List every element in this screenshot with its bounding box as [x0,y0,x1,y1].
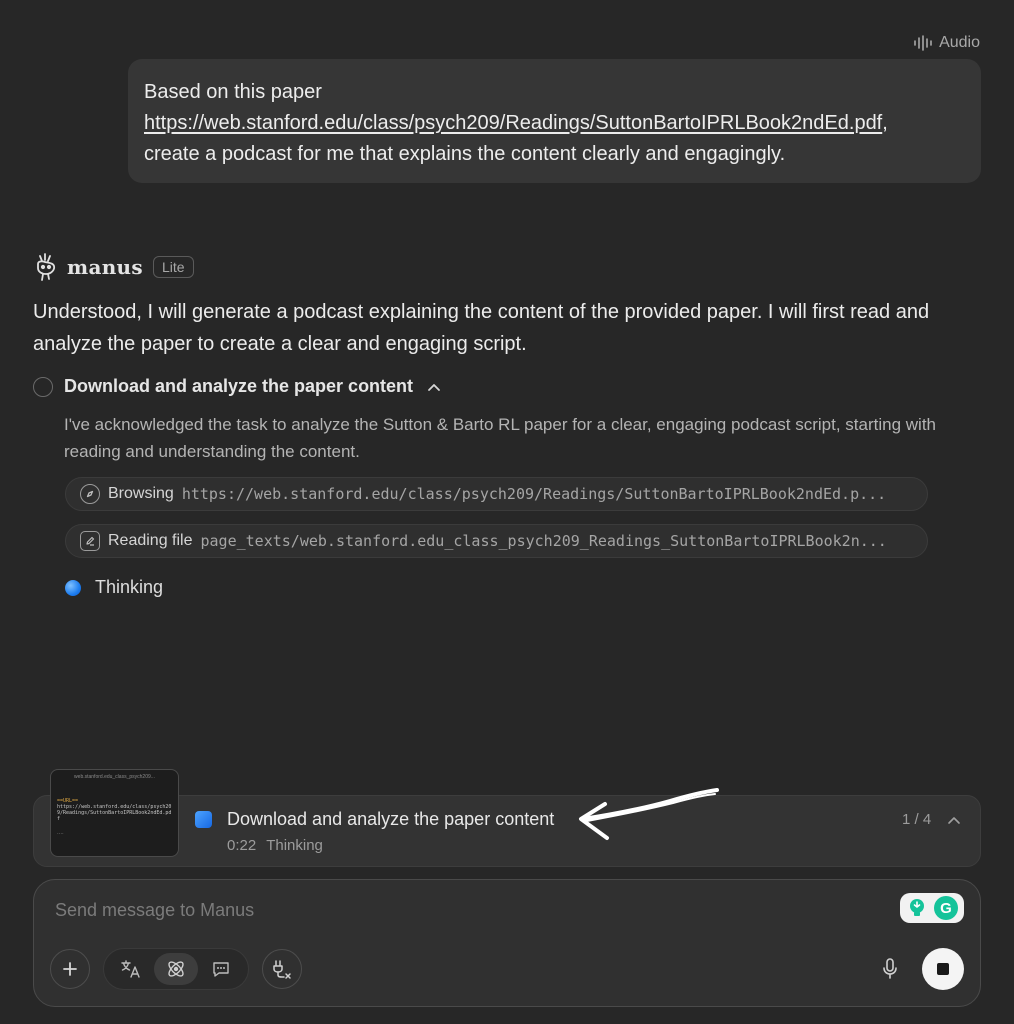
tool-pill-reading-file[interactable]: Reading file page_texts/web.stanford.edu… [65,524,928,558]
browser-preview-thumbnail[interactable]: web.stanford.edu_class_psych209... ==URL… [50,769,179,857]
microphone-icon [883,958,897,979]
progress-status: Thinking [266,837,323,854]
elapsed-time: 0:22 [227,837,257,854]
progress-title: Download and analyze the paper content [227,809,555,829]
mode-selector [103,948,249,990]
step-title: Download and analyze the paper content [64,376,414,396]
translate-icon [120,960,140,978]
grammarly-widget[interactable]: G [900,893,964,923]
microphone-button[interactable] [880,957,900,986]
progress-subline: 0:22 Thinking [227,837,323,854]
thumbnail-title: web.stanford.edu_class_psych209... [74,774,155,780]
lite-badge: Lite [152,256,194,278]
thinking-dot-icon [65,579,81,596]
thumbnail-body: https://web.stanford.edu/class/psych209/… [57,804,172,822]
assistant-name: manus [67,255,143,279]
annotation-arrow-icon [579,788,719,840]
compass-icon [80,484,100,504]
tool-detail: page_texts/web.stanford.edu_class_psych2… [200,532,887,550]
step-description: I've acknowledged the task to analyze th… [64,415,937,461]
plug-icon [273,960,291,979]
user-message-line1: Based on this paper [144,81,322,103]
chat-bubble-icon [213,962,230,977]
step-count: 1 / 4 [902,811,932,828]
chevron-up-icon[interactable] [427,382,441,392]
audio-label: Audio [939,34,980,51]
assistant-reply: Understood, I will generate a podcast ex… [33,301,930,355]
lightbulb-icon[interactable] [906,896,928,920]
thinking-indicator: Thinking [65,577,163,598]
audio-waveform-icon [914,35,932,51]
manus-logo-icon [37,253,56,281]
thumbnail-dots: .... [57,830,64,836]
connectors-button[interactable] [262,949,302,989]
chevron-up-icon[interactable] [947,815,961,825]
agent-mode-button[interactable] [153,953,198,985]
edit-icon [80,531,100,551]
thinking-label: Thinking [95,577,164,597]
link-suffix: , [882,112,888,134]
tool-label: Browsing [108,485,174,502]
chat-mode-button[interactable] [199,953,243,985]
stop-button[interactable] [922,948,964,990]
paper-link[interactable]: https://web.stanford.edu/class/psych209/… [144,112,882,134]
tool-detail: https://web.stanford.edu/class/psych209/… [181,485,887,503]
step-header[interactable]: Download and analyze the paper content [64,376,441,397]
add-attachment-button[interactable] [50,949,90,989]
tool-pill-browsing[interactable]: Browsing https://web.stanford.edu/class/… [65,477,928,511]
tool-label: Reading file [108,532,193,549]
grammarly-g-icon[interactable]: G [934,896,958,920]
plus-icon [63,962,77,976]
user-message-line3: create a podcast for me that explains th… [144,143,786,165]
stop-icon [937,963,949,975]
progress-status-icon [195,811,212,828]
translate-mode-button[interactable] [109,953,153,985]
atom-icon [168,961,184,977]
step-status-circle [33,377,53,397]
progress-counter[interactable]: 1 / 4 [902,811,961,828]
audio-button[interactable]: Audio [913,34,980,52]
user-message-bubble: Based on this paper https://web.stanford… [128,59,981,183]
assistant-header: manus Lite [33,252,194,282]
message-input[interactable]: Send message to Manus [55,900,254,921]
